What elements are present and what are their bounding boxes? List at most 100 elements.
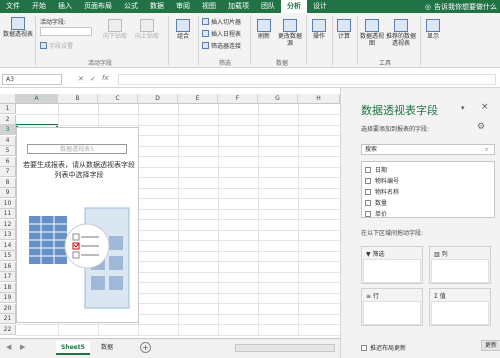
field-checkbox[interactable] — [365, 188, 371, 195]
change-source-button[interactable]: 更改数据源 — [277, 19, 303, 47]
close-icon[interactable]: × — [481, 102, 489, 112]
row-header[interactable]: 5 — [0, 146, 16, 156]
tab-file[interactable]: 文件 — [0, 0, 26, 13]
row-header[interactable]: 2 — [0, 114, 16, 125]
sheet-tab-bar: ◀ ▶ Sheet5 数据 + — [0, 338, 340, 358]
pane-options-dropdown-icon[interactable]: ▾ — [461, 104, 465, 112]
group-button[interactable]: 组合 — [172, 19, 194, 40]
tab-data[interactable]: 数据 — [144, 0, 170, 13]
tab-formulas[interactable]: 公式 — [118, 0, 144, 13]
defer-layout-update[interactable]: 推迟布局更新 — [361, 343, 406, 352]
scroll-right-icon[interactable]: ▶ — [20, 343, 25, 351]
row-header[interactable]: 18 — [0, 282, 16, 293]
defer-checkbox[interactable] — [361, 344, 367, 351]
columns-drop-zone[interactable] — [431, 259, 489, 283]
drill-up-button[interactable]: 向上钻取 — [132, 19, 162, 40]
function-icon[interactable]: fx — [102, 74, 109, 82]
show-button[interactable]: 显示 — [423, 19, 443, 40]
column-header-f[interactable]: F — [218, 94, 258, 104]
drill-down-button[interactable]: 向下钻取 — [100, 19, 130, 40]
tab-design[interactable]: 设计 — [307, 0, 333, 13]
tab-analyze[interactable]: 分析 — [281, 0, 307, 13]
scroll-left-icon[interactable]: ◀ — [6, 343, 11, 351]
calculations-icon — [337, 19, 351, 32]
rows-area[interactable]: ≡ 行 — [361, 288, 423, 326]
recommended-pivot-button[interactable]: 推荐的数据透视表 — [386, 19, 416, 47]
row-header[interactable]: 19 — [0, 293, 16, 303]
active-field-input[interactable] — [40, 27, 92, 36]
column-header-a[interactable]: A — [16, 94, 58, 104]
row-header[interactable]: 7 — [0, 167, 16, 177]
row-header[interactable]: 13 — [0, 230, 16, 240]
column-header-h[interactable]: H — [298, 94, 340, 104]
field-item-quantity[interactable]: 数量 — [365, 198, 387, 207]
field-item-material-name[interactable]: 物料名称 — [365, 187, 399, 196]
row-header[interactable]: 10 — [0, 198, 16, 209]
tab-insert[interactable]: 插入 — [52, 0, 78, 13]
field-settings-button[interactable]: 字段设置 — [40, 41, 73, 50]
column-header-g[interactable]: G — [258, 94, 298, 104]
row-header[interactable]: 20 — [0, 303, 16, 314]
insert-slicer-button[interactable]: 插入切片器 — [202, 17, 241, 26]
actions-button[interactable]: 操作 — [309, 19, 329, 40]
select-all-corner[interactable] — [0, 94, 16, 104]
row-header[interactable]: 8 — [0, 177, 16, 188]
column-header-e[interactable]: E — [178, 94, 218, 104]
column-header-c[interactable]: C — [98, 94, 138, 104]
row-header[interactable]: 1 — [0, 104, 16, 114]
row-header[interactable]: 21 — [0, 314, 16, 324]
pivot-chart-button[interactable]: 数据透视图 — [360, 19, 384, 47]
row-header[interactable]: 15 — [0, 251, 16, 261]
gear-icon[interactable]: ⚙ — [477, 122, 485, 132]
rows-drop-zone[interactable] — [363, 301, 421, 325]
row-header[interactable]: 12 — [0, 219, 16, 230]
row-header[interactable]: 14 — [0, 240, 16, 251]
field-checkbox[interactable] — [365, 199, 371, 206]
name-box[interactable]: A3 — [2, 74, 62, 85]
filters-area[interactable]: ▼ 筛选 — [361, 246, 423, 284]
enter-icon[interactable]: ✓ — [90, 75, 96, 83]
row-header[interactable]: 22 — [0, 324, 16, 335]
update-button[interactable]: 更新 — [481, 340, 500, 351]
column-header-d[interactable]: D — [138, 94, 178, 104]
tab-review[interactable]: 审阅 — [170, 0, 196, 13]
tab-addins[interactable]: 加载项 — [222, 0, 255, 13]
row-header[interactable]: 9 — [0, 188, 16, 198]
filter-connections-button[interactable]: 筛选器连接 — [202, 41, 241, 50]
values-drop-zone[interactable] — [431, 301, 489, 325]
add-sheet-icon[interactable]: + — [140, 342, 151, 353]
field-item-date[interactable]: 日期 — [365, 165, 387, 174]
tell-me-box[interactable]: ◎ 告诉我你想要做什么 — [425, 2, 500, 12]
column-header-b[interactable]: B — [58, 94, 98, 104]
horizontal-scrollbar[interactable] — [235, 344, 335, 352]
row-header[interactable]: 3 — [0, 125, 16, 135]
field-checkbox[interactable] — [365, 177, 371, 184]
calculations-button[interactable]: 计算 — [334, 19, 354, 40]
row-header[interactable]: 6 — [0, 156, 16, 167]
tab-view[interactable]: 视图 — [196, 0, 222, 13]
columns-area[interactable]: ▥ 列 — [429, 246, 491, 284]
formula-input[interactable] — [118, 74, 496, 85]
tab-page-layout[interactable]: 页面布局 — [78, 0, 118, 13]
field-label: 日期 — [375, 167, 388, 174]
insert-timeline-button[interactable]: 插入日程表 — [202, 29, 241, 38]
row-header[interactable]: 4 — [0, 135, 16, 146]
tab-team[interactable]: 团队 — [255, 0, 281, 13]
pivot-table-button[interactable]: 数据透视表 — [3, 17, 33, 38]
pivot-table-placeholder[interactable]: 数据透视表5 若要生成报表，请从数据透视表字段列表中选择字段 — [16, 127, 139, 323]
values-area[interactable]: Σ 值 — [429, 288, 491, 326]
refresh-button[interactable]: 刷新 — [254, 19, 274, 40]
field-search-input[interactable]: 搜索 — [361, 144, 495, 155]
row-header[interactable]: 16 — [0, 261, 16, 272]
field-checkbox[interactable] — [365, 166, 371, 173]
tab-home[interactable]: 开始 — [26, 0, 52, 13]
sheet-tab-data[interactable]: 数据 — [96, 341, 118, 355]
field-checkbox[interactable] — [365, 210, 371, 217]
row-header[interactable]: 11 — [0, 209, 16, 219]
row-header[interactable]: 17 — [0, 272, 16, 282]
field-item-material-code[interactable]: 物料编号 — [365, 176, 399, 185]
field-item-price[interactable]: 单价 — [365, 209, 387, 217]
filters-drop-zone[interactable] — [363, 259, 421, 283]
sheet-tab-sheet5[interactable]: Sheet5 — [56, 341, 90, 355]
cancel-icon[interactable]: ✕ — [78, 75, 84, 83]
